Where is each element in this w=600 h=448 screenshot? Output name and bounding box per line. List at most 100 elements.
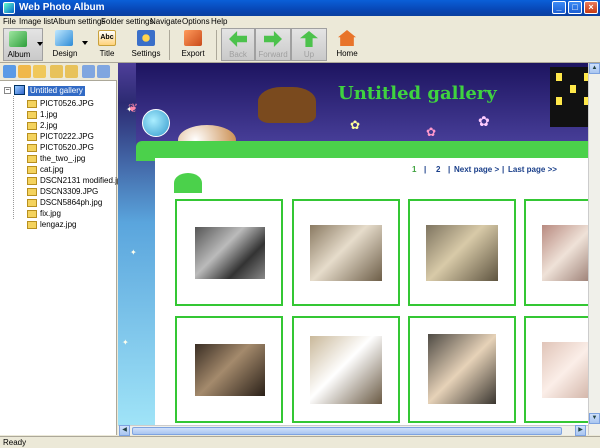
collapse-icon[interactable]: − [4, 87, 11, 94]
tree-item-label: fix.jpg [40, 209, 61, 218]
menu-bar: File Image list Album settings Folder se… [0, 16, 600, 27]
flower-icon: ✿ [478, 113, 490, 129]
pager-page-1[interactable]: 1 [412, 165, 416, 174]
image-file-icon [27, 199, 37, 207]
title-bar: Web Photo Album _ □ × [0, 0, 600, 16]
export-button[interactable]: Export [174, 28, 212, 61]
main-toolbar: Album Design Abc Title Settings Export B… [0, 27, 600, 63]
gallery-thumbnail[interactable] [408, 316, 516, 423]
forward-button[interactable]: Forward [255, 28, 291, 61]
thumbnail-image [428, 334, 496, 404]
add-images-icon[interactable] [3, 65, 16, 78]
pager-separator: | [448, 165, 451, 174]
window-title: Web Photo Album [19, 2, 105, 13]
pager-separator: | [502, 165, 505, 174]
toolbar-separator [216, 30, 217, 60]
gallery-preview[interactable]: ✦ ✦ ✦ ✦ Untitled gallery ❦ ✿ ✿ ✿ 1 | 2 |… [118, 63, 600, 425]
title-label: Title [99, 49, 115, 58]
back-button[interactable]: Back [221, 28, 255, 61]
remove-icon[interactable] [97, 65, 110, 78]
image-file-icon [27, 177, 37, 185]
home-label: Home [336, 49, 358, 58]
close-button[interactable]: × [584, 1, 598, 14]
open-folder-icon[interactable] [33, 65, 46, 78]
design-dropdown-icon[interactable] [82, 41, 88, 45]
album-dropdown-icon[interactable] [37, 42, 43, 46]
menu-help[interactable]: Help [211, 16, 227, 27]
up-arrow-icon [300, 31, 318, 47]
image-file-icon [27, 166, 37, 174]
dog-decoration [258, 87, 316, 123]
scroll-right-icon[interactable]: ▶ [575, 425, 586, 436]
vertical-scrollbar[interactable]: ▲ ▼ [588, 63, 600, 435]
flower-icon: ✿ [426, 125, 437, 139]
thumbnail-image [310, 225, 382, 281]
gallery-thumbnail[interactable] [175, 199, 283, 306]
image-file-icon [27, 100, 37, 108]
properties-icon[interactable] [82, 65, 95, 78]
tree-item-label: DSCN5864ph.jpg [40, 198, 103, 207]
image-list-toolbar [0, 63, 117, 81]
minimize-button[interactable]: _ [552, 1, 566, 14]
tree-root-label: Untitled gallery [28, 86, 85, 96]
toolbar-separator [169, 30, 170, 60]
scroll-left-icon[interactable]: ◀ [119, 425, 130, 436]
image-file-icon [27, 188, 37, 196]
move-up-icon[interactable] [50, 65, 63, 78]
tree-item-label: cat.jpg [40, 165, 64, 174]
star-decoration: ✦ [130, 248, 137, 257]
export-icon [184, 30, 202, 46]
menu-image-list[interactable]: Image list [19, 16, 53, 27]
pager-separator: | [424, 165, 427, 174]
tree-item-label: PICT0526.JPG [40, 99, 94, 108]
design-icon [55, 30, 73, 46]
abc-title-icon: Abc [98, 30, 116, 46]
status-bar: Ready [0, 436, 600, 448]
menu-file[interactable]: File [3, 16, 16, 27]
tree-connector [13, 96, 14, 219]
album-button[interactable]: Album [3, 28, 43, 61]
album-icon [9, 31, 27, 47]
tree-item-label: DSCN2131 modified.jpg [40, 176, 126, 185]
next-page-link[interactable]: Next page > [454, 165, 499, 174]
tree-item-label: the_two_.jpg [40, 154, 86, 163]
move-down-icon[interactable] [65, 65, 78, 78]
gallery-thumbnail[interactable] [292, 316, 400, 423]
menu-options[interactable]: Options [182, 16, 210, 27]
back-arrow-icon [229, 31, 247, 47]
design-button[interactable]: Design [49, 28, 89, 61]
add-folder-icon[interactable] [18, 65, 31, 78]
app-icon [3, 2, 15, 14]
home-button[interactable]: Home [330, 28, 364, 61]
image-file-icon [27, 133, 37, 141]
pager-page-2[interactable]: 2 [436, 165, 440, 174]
design-label: Design [52, 49, 78, 58]
settings-button[interactable]: Settings [127, 28, 165, 61]
status-text: Ready [3, 438, 27, 447]
gallery-thumbnail[interactable] [175, 316, 283, 423]
menu-navigate[interactable]: Navigate [150, 16, 182, 27]
back-label: Back [229, 50, 247, 59]
scroll-down-icon[interactable]: ▼ [589, 413, 600, 424]
forward-label: Forward [258, 50, 288, 59]
settings-label: Settings [131, 49, 161, 58]
gallery-thumbnail[interactable] [408, 199, 516, 306]
menu-album-settings[interactable]: Album settings [53, 16, 105, 27]
gallery-icon [14, 85, 25, 95]
up-label: Up [303, 50, 315, 59]
tree-item-label: PICT0520.JPG [40, 143, 94, 152]
last-page-link[interactable]: Last page >> [508, 165, 557, 174]
home-icon [338, 30, 356, 46]
horizontal-scrollbar[interactable]: ◀ ▶ [118, 425, 588, 436]
title-button[interactable]: Abc Title [89, 28, 125, 61]
horizontal-scroll-thumb[interactable] [132, 427, 562, 435]
maximize-button[interactable]: □ [568, 1, 582, 14]
butterfly-icon: ❦ [128, 101, 139, 115]
scroll-up-icon[interactable]: ▲ [589, 63, 600, 74]
up-button[interactable]: Up [291, 28, 327, 61]
album-label: Album [7, 50, 31, 59]
image-file-icon [27, 210, 37, 218]
menu-folder-settings[interactable]: Folder settings [101, 16, 153, 27]
gallery-thumbnail[interactable] [292, 199, 400, 306]
export-label: Export [181, 49, 205, 58]
